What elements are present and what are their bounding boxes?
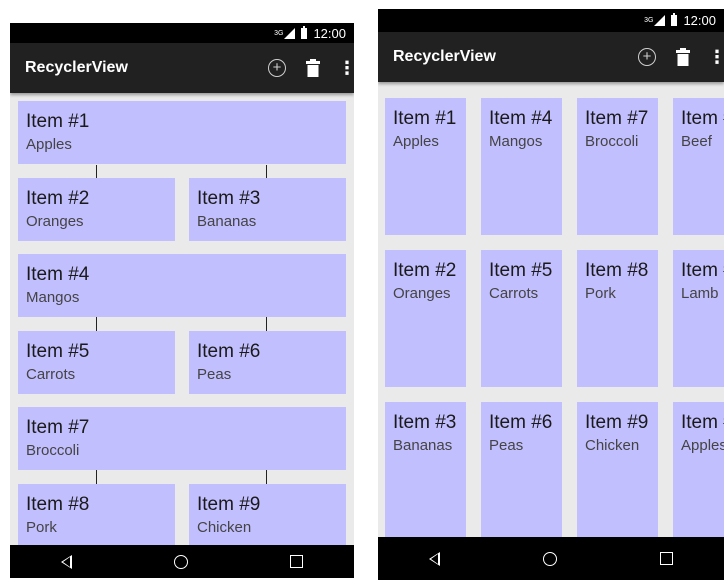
item-title: Item #6 — [489, 412, 553, 433]
grid-item[interactable]: Item #4 Mangos — [481, 98, 562, 235]
grid-item[interactable]: Item #11 Lamb — [673, 250, 724, 387]
item-subtitle: Lamb — [681, 285, 719, 302]
item-subtitle: Beef — [681, 133, 712, 150]
grid-item[interactable]: Item #7 Broccoli — [577, 98, 658, 235]
clock: 12:00 — [683, 13, 716, 28]
item-title: Item #4 — [489, 108, 553, 129]
list-item[interactable]: Item #4 Mangos — [18, 254, 346, 317]
item-title: Item #3 — [197, 188, 261, 209]
item-title: Item #11 — [681, 260, 724, 281]
more-vert-icon[interactable]: ⋮ — [338, 59, 354, 77]
navigation-bar — [10, 545, 354, 578]
item-subtitle: Peas — [489, 437, 524, 454]
item-subtitle: Carrots — [26, 366, 76, 383]
list-item[interactable]: Item #6 Peas — [189, 331, 346, 394]
list-item[interactable]: Item #2 Oranges — [18, 178, 175, 241]
item-title: Item #3 — [393, 412, 457, 433]
item-subtitle: Apples — [681, 437, 724, 454]
item-title: Item #8 — [26, 494, 90, 515]
recents-icon[interactable] — [659, 552, 673, 565]
network-type: 3G — [274, 29, 284, 37]
list-item[interactable]: Item #3 Bananas — [189, 178, 346, 241]
list-item[interactable]: Item #5 Carrots — [18, 331, 175, 394]
list-item[interactable]: Item #1 Apples — [18, 101, 346, 164]
item-subtitle: Broccoli — [585, 133, 639, 150]
item-title: Item #5 — [489, 260, 553, 281]
grid-item[interactable]: Item #1 Apples — [385, 98, 466, 235]
item-subtitle: Carrots — [489, 285, 539, 302]
battery-icon — [301, 25, 308, 39]
item-subtitle: Pork — [585, 285, 616, 302]
item-subtitle: Apples — [393, 133, 439, 150]
grid-item[interactable]: Item #5 Carrots — [481, 250, 562, 387]
item-subtitle: Bananas — [393, 437, 453, 454]
item-subtitle: Chicken — [197, 519, 252, 536]
item-subtitle: Oranges — [393, 285, 451, 302]
item-title: Item #2 — [393, 260, 457, 281]
phone-right-grid: 3G 12:00 RecyclerView + ⋮ Item #1 Apples… — [378, 9, 724, 580]
app-bar: RecyclerView + ⋮ — [378, 32, 724, 82]
item-title: Item #12 — [681, 412, 724, 433]
home-icon[interactable] — [542, 551, 557, 566]
item-title: Item #9 — [585, 412, 649, 433]
item-subtitle: Broccoli — [26, 442, 80, 459]
item-title: Item #7 — [26, 417, 90, 438]
recycler-grid[interactable]: Item #1 Apples Item #2 Oranges Item #3 B… — [378, 82, 724, 537]
list-item[interactable]: Item #8 Pork — [18, 484, 175, 545]
item-subtitle: Apples — [26, 136, 72, 153]
item-subtitle: Chicken — [585, 437, 640, 454]
list-item[interactable]: Item #7 Broccoli — [18, 407, 346, 470]
app-bar: RecyclerView + ⋮ — [10, 43, 354, 93]
grid-item[interactable]: Item #10 Beef — [673, 98, 724, 235]
item-title: Item #4 — [26, 264, 90, 285]
item-title: Item #1 — [26, 111, 90, 132]
grid-item[interactable]: Item #9 Chicken — [577, 402, 658, 537]
battery-icon — [671, 13, 678, 26]
item-title: Item #10 — [681, 108, 724, 129]
grid-item[interactable]: Item #6 Peas — [481, 402, 562, 537]
item-subtitle: Bananas — [197, 213, 257, 230]
add-icon[interactable]: + — [638, 48, 656, 66]
item-title: Item #6 — [197, 341, 261, 362]
item-title: Item #1 — [393, 108, 457, 129]
network-type: 3G — [644, 17, 654, 24]
status-bar: 3G 12:00 — [378, 9, 724, 32]
item-subtitle: Mangos — [26, 289, 80, 306]
status-bar: 3G 12:00 — [10, 23, 354, 43]
phone-left-staggered-list: 3G 12:00 RecyclerView + ⋮ Item #1 Apples… — [10, 23, 354, 578]
recents-icon[interactable] — [290, 555, 303, 568]
signal-icon — [284, 27, 296, 39]
grid-item[interactable]: Item #2 Oranges — [385, 250, 466, 387]
item-title: Item #8 — [585, 260, 649, 281]
back-icon[interactable] — [61, 554, 72, 569]
signal-icon — [654, 15, 666, 26]
item-subtitle: Pork — [26, 519, 57, 536]
item-subtitle: Peas — [197, 366, 232, 383]
app-title: RecyclerView — [25, 59, 128, 76]
app-title: RecyclerView — [393, 48, 496, 65]
item-subtitle: Mangos — [489, 133, 543, 150]
more-vert-icon[interactable]: ⋮ — [708, 48, 724, 66]
back-icon[interactable] — [429, 551, 441, 566]
recycler-list[interactable]: Item #1 Apples Item #2 Oranges Item #3 B… — [10, 93, 354, 545]
trash-icon[interactable] — [306, 59, 320, 77]
trash-icon[interactable] — [676, 48, 690, 66]
item-subtitle: Oranges — [26, 213, 84, 230]
home-icon[interactable] — [174, 554, 188, 569]
item-title: Item #7 — [585, 108, 649, 129]
navigation-bar — [378, 537, 724, 580]
grid-item[interactable]: Item #12 Apples — [673, 402, 724, 537]
item-title: Item #5 — [26, 341, 90, 362]
item-title: Item #2 — [26, 188, 90, 209]
grid-item[interactable]: Item #3 Bananas — [385, 402, 466, 537]
item-title: Item #9 — [197, 494, 261, 515]
clock: 12:00 — [313, 25, 346, 41]
add-icon[interactable]: + — [268, 59, 286, 77]
list-item[interactable]: Item #9 Chicken — [189, 484, 346, 545]
grid-item[interactable]: Item #8 Pork — [577, 250, 658, 387]
